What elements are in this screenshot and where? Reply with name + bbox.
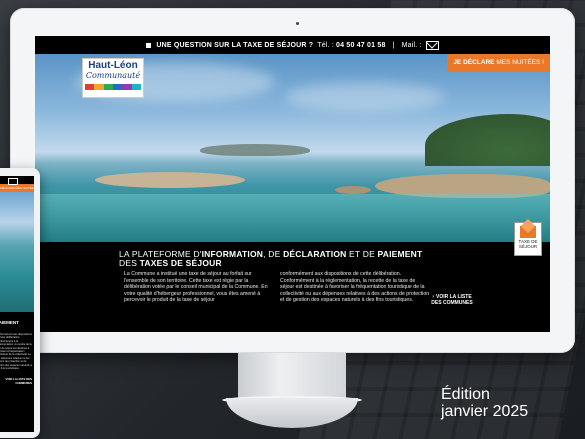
hero-photo: Haut-Léon Communauté	[35, 54, 550, 242]
logo-stripe	[112, 84, 123, 90]
monitor-frame: UNE QUESTION SUR LA TAXE DE SÉJOUR ? Tél…	[10, 8, 575, 353]
intro-paragraph-2: conformément aux dispositions de cette d…	[280, 271, 430, 304]
envelope-icon	[520, 226, 536, 238]
edition-line2: janvier 2025	[441, 403, 529, 420]
top-info-bar: UNE QUESTION SUR LA TAXE DE SÉJOUR ? Tél…	[35, 36, 550, 54]
edition-line1: Édition	[441, 386, 490, 403]
logo-color-stripes	[85, 84, 141, 90]
title-text: DES	[119, 258, 140, 268]
phone-declare-button[interactable]: JE DÉCLARE MES NUITÉES !	[0, 184, 34, 192]
edition-caption: Édition janvier 2025	[441, 386, 528, 420]
title-bold: PAIEMENT	[377, 249, 423, 259]
title-bold: DÉCLARATION	[283, 249, 347, 259]
mail-icon[interactable]	[8, 178, 18, 185]
logo-stripe	[122, 84, 132, 90]
title-text: , DE	[263, 249, 284, 259]
logo-subtitle: Communauté	[85, 71, 141, 80]
website-screen: UNE QUESTION SUR LA TAXE DE SÉJOUR ? Tél…	[35, 36, 550, 332]
island-trees	[425, 114, 550, 166]
logo-stripe	[94, 84, 104, 90]
tax-sejour-badge[interactable]: TAXE DE SÉJOUR	[514, 222, 542, 256]
phone-top-bar	[0, 176, 34, 185]
phone-paragraph: conformément aux dispositions de cette d…	[0, 333, 32, 371]
cta-bold: JE DÉCLARE	[453, 59, 495, 66]
list-communes-label: VOIR LA LISTE DES COMMUNES	[431, 294, 473, 306]
camera-dot	[296, 22, 299, 25]
logo-stripe	[85, 84, 95, 90]
phone-number-link[interactable]: 04 50 47 01 58	[336, 42, 386, 49]
logo-title: Haut-Léon	[88, 60, 138, 71]
phone-hero-photo	[0, 192, 34, 312]
intro-paragraph-1: La Commune a institué une taxe de séjour…	[124, 271, 268, 304]
tax-badge-label-2: SÉJOUR	[518, 244, 538, 249]
mail-label: Mail. :	[401, 41, 422, 49]
logo-stripe	[131, 84, 141, 90]
rocks	[335, 186, 371, 194]
mail-icon[interactable]	[425, 40, 439, 50]
haut-leon-logo[interactable]: Haut-Léon Communauté	[82, 58, 144, 98]
island	[200, 144, 310, 156]
square-bullet-icon	[146, 42, 152, 48]
list-communes-button[interactable]: › VOIR LA LISTE DES COMMUNES	[427, 294, 477, 306]
info-panel: TAXE DE SÉJOUR LA PLATEFORME D'INFORMATI…	[35, 222, 550, 332]
title-text: ET DE	[346, 249, 378, 259]
logo-stripe	[103, 84, 113, 90]
phone-list-communes-button[interactable]: VOIR LA LISTE DES COMMUNES	[0, 376, 34, 387]
panel-title-line2: DES TAXES DE SÉJOUR	[119, 258, 222, 268]
separator: |	[392, 41, 395, 49]
phone-title: PAIEMENT	[0, 320, 19, 325]
cta-rest: MES NUITÉES !	[496, 59, 544, 66]
cloud	[285, 82, 445, 112]
title-bold: TAXES DE SÉJOUR	[139, 258, 222, 268]
phone-frame: JE DÉCLARE MES NUITÉES ! PAIEMENT confor…	[0, 168, 40, 438]
phone-screen: JE DÉCLARE MES NUITÉES ! PAIEMENT confor…	[0, 176, 34, 432]
shallow-water	[35, 194, 550, 242]
phone-label: Tél. :	[317, 41, 335, 49]
rocks	[95, 172, 245, 188]
tax-question-text: UNE QUESTION SUR LA TAXE DE SÉJOUR ?	[156, 41, 314, 49]
declare-nights-button[interactable]: JE DÉCLARE MES NUITÉES !	[447, 54, 550, 72]
